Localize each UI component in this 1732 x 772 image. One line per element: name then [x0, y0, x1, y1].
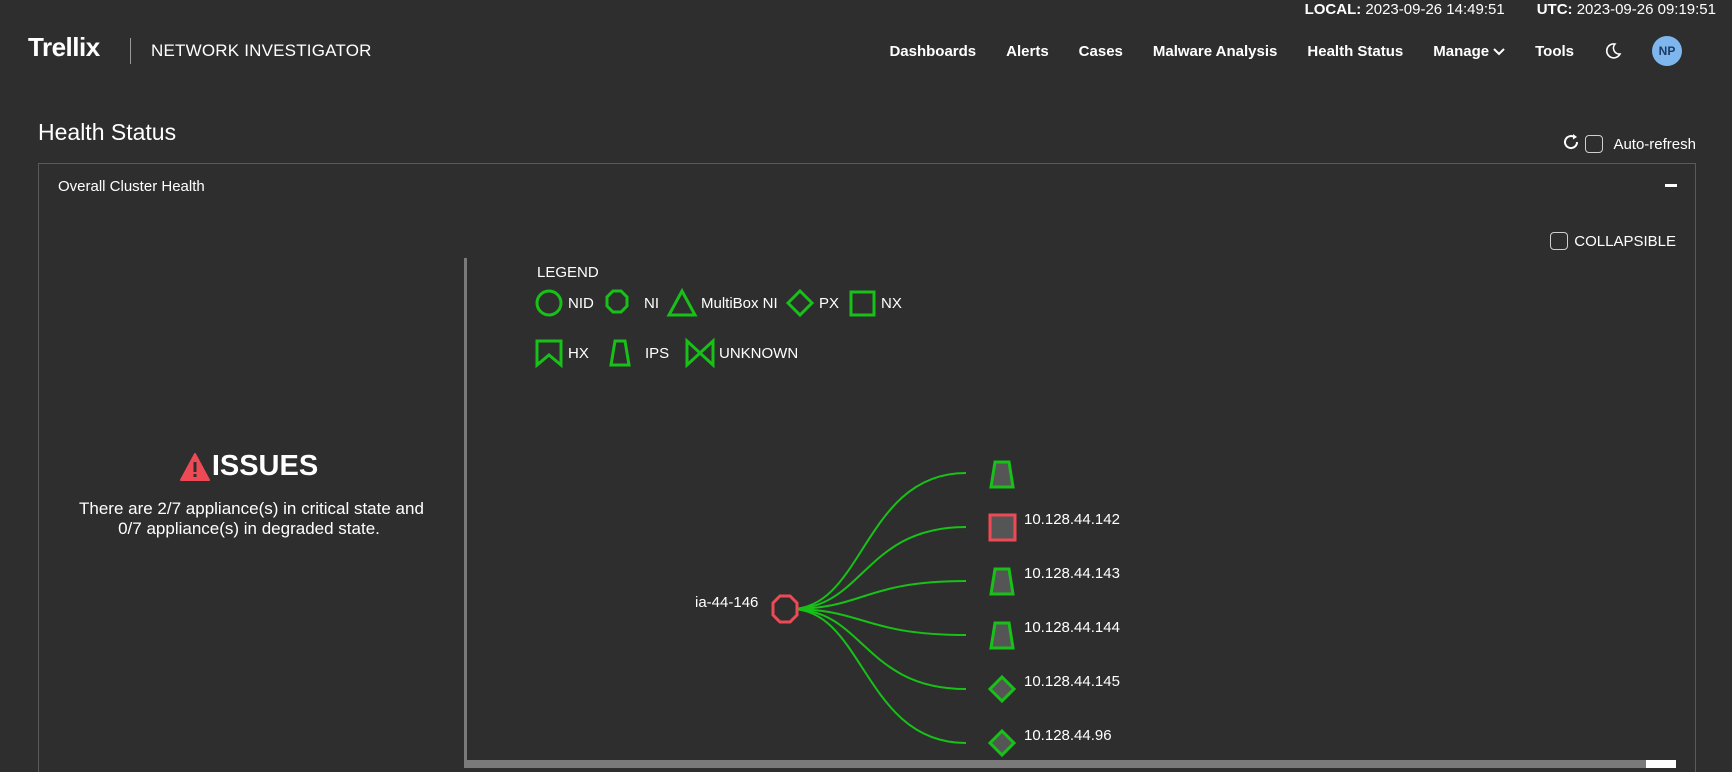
node-10-128-44-143[interactable]: 10.128.44.143 — [989, 565, 1120, 596]
node-label-145: 10.128.44.145 — [1024, 673, 1120, 690]
legend-px: PX — [785, 288, 839, 318]
diamond-icon — [785, 288, 815, 318]
issues-line-degraded: 0/7 appliance(s) in degraded state. — [118, 519, 380, 538]
legend-ni: NI — [605, 289, 659, 314]
edge-6 — [790, 608, 967, 744]
square-icon — [988, 513, 1017, 542]
collapsible-checkbox[interactable] — [1550, 232, 1569, 250]
legend-label-ips: IPS — [645, 345, 669, 362]
utc-time: UTC: 2023-09-26 09:19:51 — [1536, 1, 1716, 18]
trapezoid-icon — [609, 339, 631, 367]
legend-label-nx: NX — [881, 295, 902, 312]
nav-tools[interactable]: Tools — [1535, 43, 1574, 60]
horizontal-scrollbar[interactable] — [464, 760, 1676, 768]
main-nav: Dashboards Alerts Cases Malware Analysis… — [889, 28, 1732, 74]
node-10-128-44-96[interactable]: 10.128.44.96 — [987, 727, 1112, 758]
legend-multibox-ni: MultiBox NI — [666, 287, 778, 317]
legend-label-nid: NID — [568, 295, 594, 312]
collapse-button[interactable] — [1665, 184, 1677, 187]
node-ips-1[interactable] — [989, 460, 1015, 489]
issues-description: There are 2/7 appliance(s) in critical s… — [79, 499, 424, 539]
auto-refresh-control: Auto-refresh — [1561, 132, 1696, 156]
topology-edges — [790, 472, 967, 744]
issues-summary: ISSUES There are 2/7 appliance(s) in cri… — [79, 450, 424, 539]
edge-5 — [790, 608, 967, 690]
time-bar: LOCAL: 2023-09-26 14:49:51 UTC: 2023-09-… — [1305, 1, 1716, 18]
legend-hx: HX — [535, 339, 589, 369]
brand-logo[interactable]: Trellix — [28, 32, 100, 63]
octagon-icon — [771, 594, 799, 624]
nav-alerts[interactable]: Alerts — [1006, 43, 1049, 60]
nav-cases[interactable]: Cases — [1079, 43, 1123, 60]
overall-cluster-health-panel: Overall Cluster Health COLLAPSIBLE ISSUE… — [38, 163, 1696, 772]
warning-icon — [179, 452, 210, 481]
edge-2 — [790, 526, 967, 610]
local-time: LOCAL: 2023-09-26 14:49:51 — [1304, 1, 1505, 18]
issues-line-critical: There are 2/7 appliance(s) in critical s… — [79, 499, 424, 518]
diamond-icon — [987, 728, 1017, 758]
avatar[interactable]: NP — [1652, 36, 1682, 66]
node-10-128-44-145[interactable]: 10.128.44.145 — [987, 673, 1120, 704]
panel-title: Overall Cluster Health — [58, 178, 205, 195]
chevron-down-icon — [1493, 43, 1505, 60]
legend-label-px: PX — [819, 295, 839, 312]
product-name: NETWORK INVESTIGATOR — [151, 41, 372, 60]
circle-icon — [535, 289, 563, 317]
trapezoid-icon — [989, 567, 1015, 596]
diamond-icon — [987, 674, 1017, 704]
issues-heading: ISSUES — [79, 450, 419, 483]
collapsible-label: COLLAPSIBLE — [1574, 232, 1676, 250]
node-root[interactable]: ia-44-146 — [695, 594, 799, 624]
node-10-128-44-144[interactable]: 10.128.44.144 — [989, 619, 1120, 650]
legend-title: LEGEND — [537, 264, 599, 281]
octagon-icon — [605, 289, 629, 314]
node-label-142: 10.128.44.142 — [1024, 511, 1120, 528]
nav-malware-analysis[interactable]: Malware Analysis — [1153, 43, 1278, 60]
auto-refresh-checkbox[interactable] — [1585, 135, 1604, 153]
node-label-143: 10.128.44.143 — [1024, 565, 1120, 582]
legend-label-ni: NI — [644, 295, 659, 312]
trapezoid-icon — [989, 460, 1015, 489]
bookmark-icon — [535, 339, 563, 369]
header: Trellix NETWORK INVESTIGATOR Dashboards … — [0, 28, 1732, 74]
bowtie-icon — [685, 337, 715, 369]
legend-ips: IPS — [609, 339, 669, 367]
legend-nid: NID — [535, 289, 594, 317]
trapezoid-icon — [989, 621, 1015, 650]
header-divider — [130, 38, 131, 64]
scrollbar-thumb[interactable] — [1646, 760, 1676, 768]
topology-svg: LEGEND NID NI MultiBox NI PX NX HX IPS U… — [535, 264, 1120, 758]
legend-label-unknown: UNKNOWN — [719, 345, 798, 362]
collapsible-control: COLLAPSIBLE — [1550, 232, 1676, 250]
legend-unknown: UNKNOWN — [685, 337, 798, 369]
nav-dashboards[interactable]: Dashboards — [889, 43, 976, 60]
square-icon — [849, 290, 876, 317]
node-root-label: ia-44-146 — [695, 594, 758, 611]
legend-label-hx: HX — [568, 345, 589, 362]
topology-graph: LEGEND NID NI MultiBox NI PX NX HX IPS U… — [464, 258, 1676, 768]
node-10-128-44-142[interactable]: 10.128.44.142 — [988, 511, 1120, 542]
refresh-icon[interactable] — [1561, 132, 1581, 156]
legend-nx: NX — [849, 290, 902, 317]
nav-manage[interactable]: Manage — [1433, 43, 1505, 60]
edge-1 — [790, 472, 967, 610]
node-label-144: 10.128.44.144 — [1024, 619, 1120, 636]
moon-icon[interactable] — [1604, 42, 1622, 60]
legend-label-multibox-ni: MultiBox NI — [701, 295, 778, 312]
auto-refresh-label: Auto-refresh — [1613, 135, 1696, 153]
page-title: Health Status — [38, 119, 177, 145]
triangle-icon — [666, 287, 698, 317]
node-label-96: 10.128.44.96 — [1024, 727, 1112, 744]
nav-health-status[interactable]: Health Status — [1307, 43, 1403, 60]
